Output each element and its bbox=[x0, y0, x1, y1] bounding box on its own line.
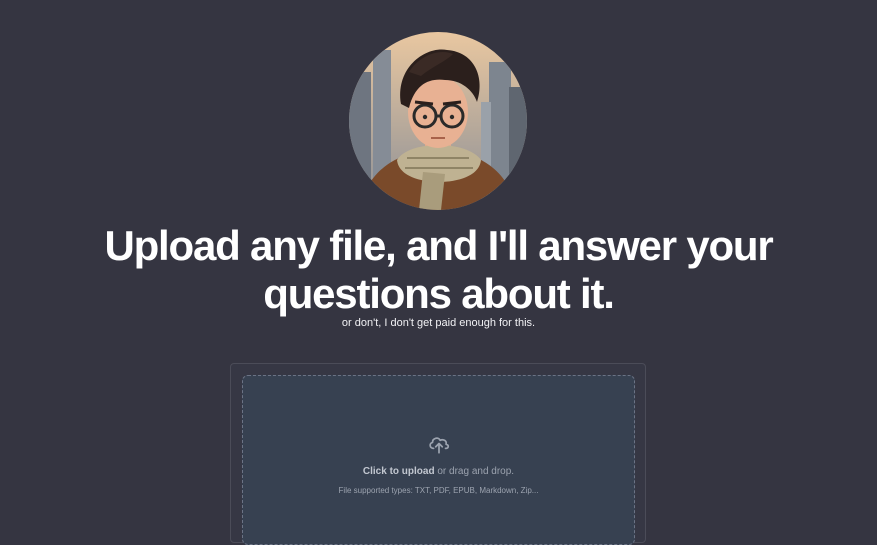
subtitle: or don't, I don't get paid enough for th… bbox=[341, 317, 536, 329]
headline-line-2: questions about it. bbox=[263, 270, 615, 317]
headline: Upload any file, and I'll answer your qu… bbox=[0, 222, 877, 318]
supported-types-text: File supported types: TXT, PDF, EPUB, Ma… bbox=[338, 486, 539, 495]
drag-drop-text: or drag and drop. bbox=[434, 466, 515, 477]
click-to-upload-link[interactable]: Click to upload bbox=[363, 466, 435, 477]
avatar-illustration bbox=[349, 32, 527, 210]
upload-dropzone[interactable] bbox=[242, 375, 635, 545]
cloud-upload-icon[interactable] bbox=[426, 430, 452, 456]
upload-instructions: Click to upload or drag and drop. bbox=[0, 466, 877, 477]
headline-line-1: Upload any file, and I'll answer your bbox=[104, 222, 773, 269]
avatar bbox=[349, 32, 527, 210]
